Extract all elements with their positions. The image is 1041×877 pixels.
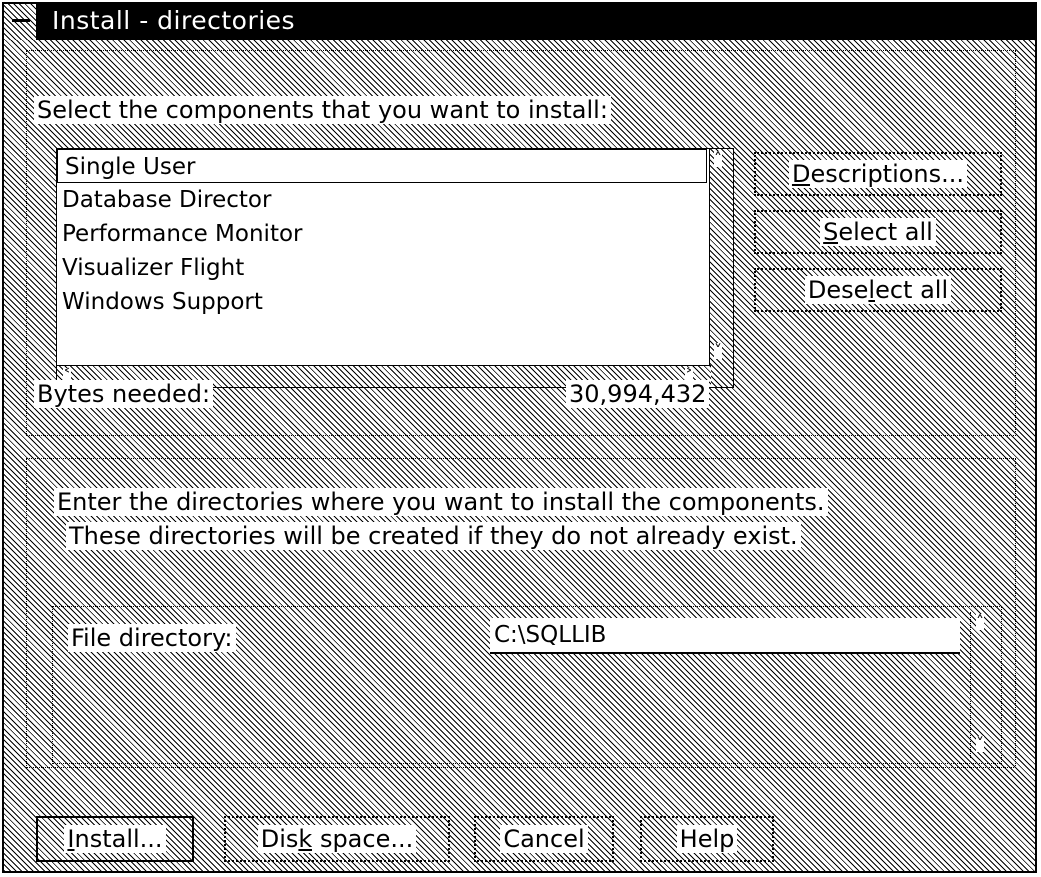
- help-button[interactable]: Help: [640, 816, 774, 862]
- file-directory-label: File directory:: [68, 624, 236, 652]
- install-directories-window: Install - directories Select the compone…: [2, 2, 1037, 873]
- select-all-button[interactable]: Select all: [754, 210, 1002, 254]
- bytes-needed-label: Bytes needed:: [34, 380, 214, 408]
- deselect-all-button[interactable]: Deselect all: [754, 268, 1002, 312]
- scroll-up-arrow-icon[interactable]: ˄: [976, 614, 984, 630]
- descriptions-button[interactable]: Descriptions...: [754, 152, 1002, 196]
- window-title: Install - directories: [52, 6, 296, 35]
- list-item[interactable]: Visualizer Flight: [57, 251, 707, 285]
- dialog-client: Select the components that you want to i…: [4, 40, 1035, 871]
- list-item[interactable]: Performance Monitor: [57, 217, 707, 251]
- directories-instruction-2: These directories will be created if the…: [66, 522, 801, 550]
- directories-instruction-1: Enter the directories where you want to …: [54, 488, 828, 516]
- components-prompt: Select the components that you want to i…: [34, 96, 611, 124]
- list-item[interactable]: Windows Support: [57, 285, 707, 319]
- scroll-up-arrow-icon[interactable]: ˄: [714, 151, 722, 167]
- directory-vertical-scrollbar[interactable]: ˄ ˅: [970, 612, 996, 758]
- cancel-button[interactable]: Cancel: [474, 816, 614, 862]
- list-item[interactable]: Database Director: [57, 183, 707, 217]
- disk-space-button[interactable]: Disk space...: [224, 816, 450, 862]
- list-item[interactable]: Single User: [57, 149, 707, 183]
- scroll-down-arrow-icon[interactable]: ˅: [976, 736, 984, 752]
- install-button[interactable]: Install...: [36, 816, 194, 862]
- bytes-needed-value: 30,994,432: [566, 380, 710, 408]
- file-directory-input[interactable]: C:\SQLLIB: [490, 618, 960, 654]
- components-vertical-scrollbar[interactable]: ˄ ˅: [709, 149, 733, 387]
- components-listbox[interactable]: Single User Database Director Performanc…: [56, 148, 734, 388]
- scroll-down-arrow-icon[interactable]: ˅: [714, 343, 722, 359]
- system-menu-icon[interactable]: [4, 4, 38, 40]
- title-bar[interactable]: Install - directories: [4, 4, 1035, 40]
